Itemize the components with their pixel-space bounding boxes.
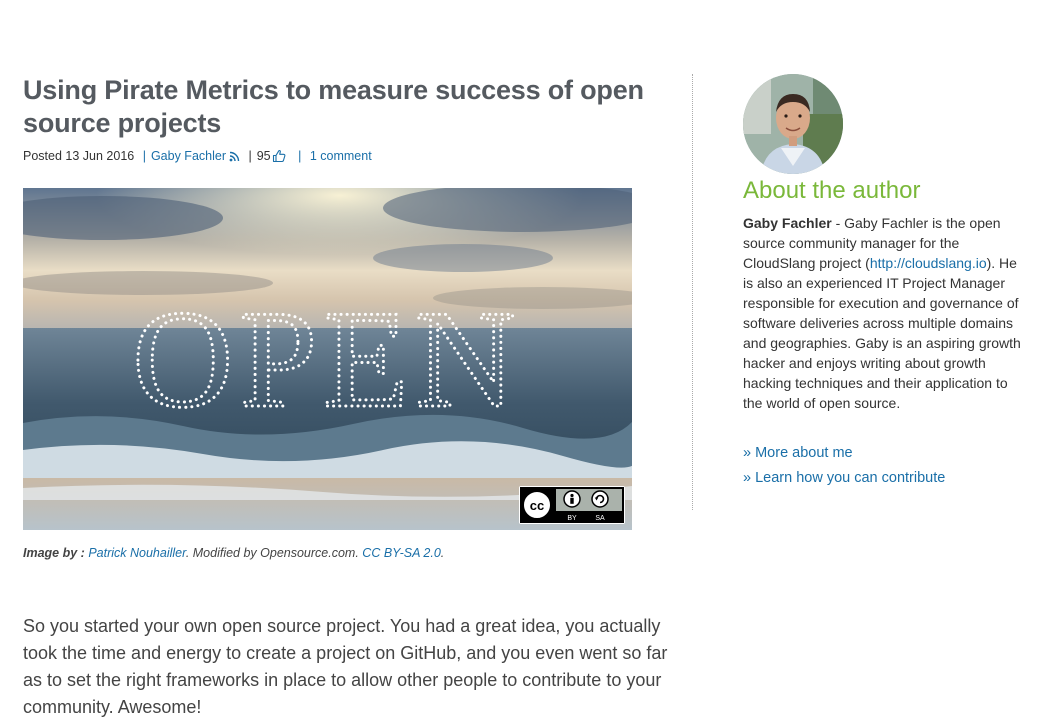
caption-suffix: .: [440, 546, 445, 560]
author-avatar[interactable]: [743, 74, 843, 174]
meta-separator: |: [248, 149, 252, 163]
bio-author-name: Gaby Fachler: [743, 215, 832, 231]
sa-label: SA: [595, 515, 605, 522]
article-meta: Posted 13 Jun 2016 | Gaby Fachler | 95 | 1…: [23, 148, 372, 166]
image-caption: Image by : Patrick Nouhailler. Modified …: [23, 545, 444, 561]
hero-overlay-text: OPEN: [132, 282, 522, 437]
cc-icon-text: cc: [530, 498, 544, 513]
meta-separator: |: [142, 149, 146, 163]
author-link[interactable]: Gaby Fachler: [151, 149, 226, 163]
posted-date: 13 Jun 2016: [65, 149, 135, 163]
thumbs-up-icon[interactable]: [272, 149, 286, 167]
author-bio: Gaby Fachler - Gaby Fachler is the open …: [743, 213, 1023, 413]
article-title: Using Pirate Metrics to measure success …: [23, 75, 644, 138]
like-count: 95: [256, 149, 271, 163]
posted-label: Posted: [23, 149, 62, 163]
caption-prefix: Image by :: [23, 546, 85, 560]
comments-link[interactable]: 1 comment: [310, 149, 372, 163]
photographer-link[interactable]: Patrick Nouhailler: [88, 546, 186, 560]
cc-license-badge[interactable]: cc BY SA: [519, 486, 625, 524]
by-label: BY: [567, 515, 577, 522]
learn-contribute-link[interactable]: » Learn how you can contribute: [743, 469, 945, 487]
cloudslang-link[interactable]: http://cloudslang.io: [870, 255, 987, 271]
more-about-me-link[interactable]: » More about me: [743, 444, 853, 462]
hero-image: OPEN cc BY SA: [23, 188, 632, 530]
about-author-heading: About the author: [743, 177, 921, 204]
bio-text-2: ). He is also an experienced IT Project …: [743, 255, 1021, 411]
article-body-paragraph: So you started your own open source proj…: [23, 616, 668, 717]
license-link[interactable]: CC BY-SA 2.0: [362, 546, 441, 560]
caption-middle: . Modified by Opensource.com.: [185, 546, 363, 560]
meta-separator: |: [298, 149, 302, 163]
column-divider: [692, 74, 693, 510]
rss-icon[interactable]: [229, 150, 240, 166]
seascape-photo: OPEN: [23, 188, 632, 530]
sa-icon: [591, 490, 609, 508]
